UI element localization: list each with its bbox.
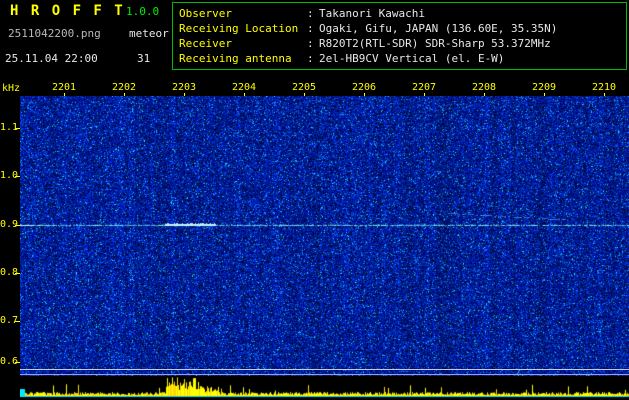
time-axis-label: 2207 (411, 82, 437, 93)
amplitude-canvas (20, 377, 629, 398)
info-row-label: Receiver (179, 37, 232, 50)
mode-label: meteor (129, 27, 169, 40)
info-row-separator: : (307, 7, 314, 20)
output-filename: 2511042200.png (8, 27, 101, 40)
time-tick-mark (484, 93, 485, 96)
freq-tick-mark (15, 128, 20, 129)
datetime-label: 25.11.04 22:00 (5, 52, 98, 65)
time-tick-mark (544, 93, 545, 96)
time-tick-mark (364, 93, 365, 96)
time-tick-mark (64, 93, 65, 96)
app-version: 1.0.0 (126, 5, 160, 18)
info-row: Observer: Takanori Kawachi (179, 6, 626, 21)
info-row-label: Observer (179, 7, 232, 20)
time-tick-mark (304, 93, 305, 96)
info-row-value: 2el-HB9CV Vertical (el. E-W) (319, 52, 505, 65)
time-axis-label: 2205 (291, 82, 317, 93)
time-axis-label: 2206 (351, 82, 377, 93)
freq-axis-unit: kHz (2, 83, 21, 94)
hrofft-screen: H R O F F T 1.0.0 2511042200.png meteor … (0, 0, 629, 400)
time-axis-label: 2210 (591, 82, 617, 93)
freq-tick-mark (15, 321, 20, 322)
time-tick-mark (604, 93, 605, 96)
info-row: Receiving Location: Ogaki, Gifu, JAPAN (1… (179, 21, 626, 36)
time-tick-mark (424, 93, 425, 96)
info-row: Receiver: R820T2(RTL-SDR) SDR-Sharp 53.37… (179, 36, 626, 51)
band-marker-line-upper (20, 369, 629, 370)
time-axis-label: 2204 (231, 82, 257, 93)
app-title: H R O F F T (10, 3, 125, 19)
time-axis-label: 2202 (111, 82, 137, 93)
info-row-separator: : (307, 52, 314, 65)
time-tick-mark (124, 93, 125, 96)
time-axis-label: 2208 (471, 82, 497, 93)
freq-tick-mark (15, 225, 20, 226)
time-axis-label: 2209 (531, 82, 557, 93)
info-row-label: Receiving antenna (179, 52, 292, 65)
time-tick-mark (184, 93, 185, 96)
info-row-separator: : (307, 22, 314, 35)
observer-info-box: Observer: Takanori Kawachi Receiving Locat… (172, 2, 627, 70)
echo-count: 31 (137, 52, 151, 65)
freq-tick-mark (15, 362, 20, 363)
time-axis-label: 2203 (171, 82, 197, 93)
info-row-separator: : (307, 37, 314, 50)
time-tick-mark (244, 93, 245, 96)
info-row: Receiving antenna:2el-HB9CV Vertical (el… (179, 51, 626, 66)
info-row-value: Ogaki, Gifu, JAPAN (136.60E, 35.35N) (319, 22, 558, 35)
info-row-label: Receiving Location (179, 22, 299, 35)
info-row-value: R820T2(RTL-SDR) SDR-Sharp 53.372MHz (319, 37, 551, 50)
freq-tick-mark (15, 176, 20, 177)
info-row-value: Takanori Kawachi (319, 7, 425, 20)
freq-tick-mark (15, 273, 20, 274)
spectrogram-canvas (20, 96, 629, 376)
time-axis-label: 2201 (51, 82, 77, 93)
band-marker-line-lower (20, 374, 629, 375)
